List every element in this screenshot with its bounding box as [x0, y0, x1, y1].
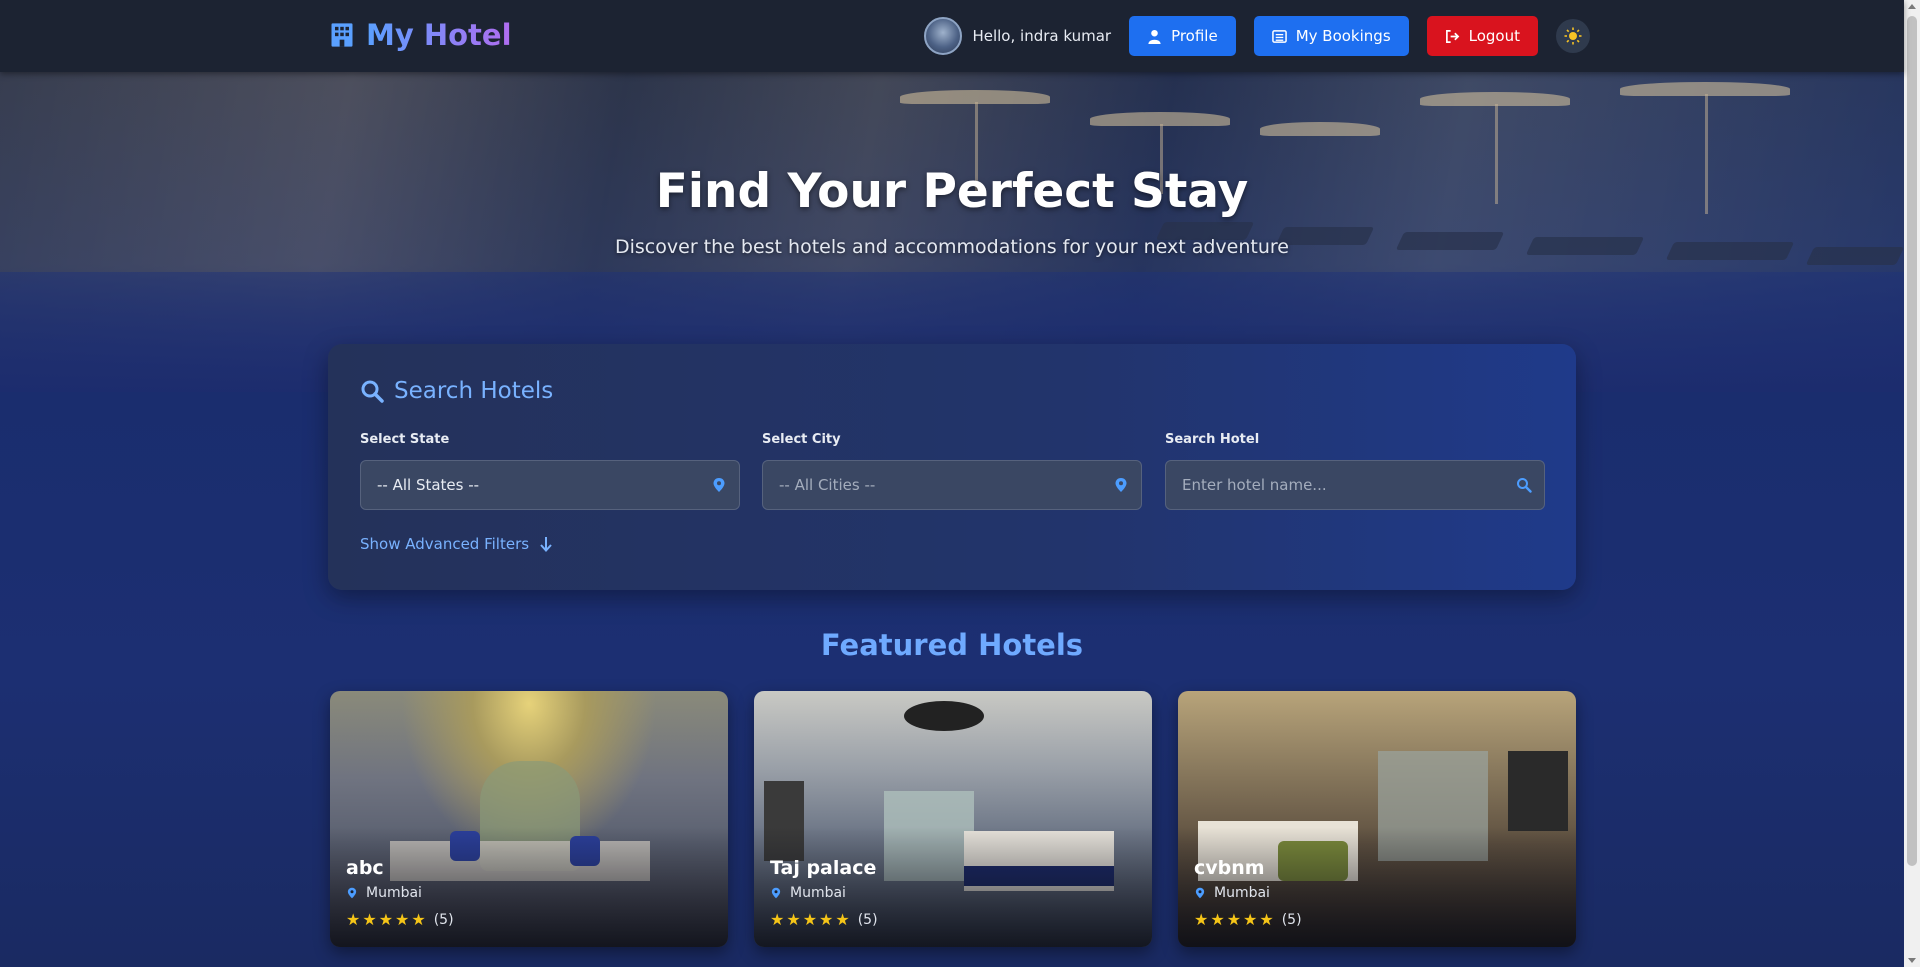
arrow-down-icon	[540, 537, 552, 552]
sun-icon	[1564, 27, 1582, 45]
state-label: Select State	[360, 432, 450, 447]
hotel-search-input[interactable]: Enter hotel name...	[1165, 460, 1545, 510]
profile-button-label: Profile	[1171, 27, 1218, 45]
hotel-location: Mumbai	[1194, 885, 1270, 901]
map-pin-icon	[347, 887, 357, 899]
rating-count: (5)	[433, 912, 454, 928]
hotel-location: Mumbai	[770, 885, 846, 901]
star-icon: ★	[770, 910, 785, 929]
star-icon: ★	[1210, 910, 1225, 929]
brand[interactable]: My Hotel	[328, 18, 512, 52]
logout-button[interactable]: Logout	[1426, 16, 1538, 56]
map-pin-icon	[1195, 887, 1205, 899]
advanced-filters-label: Show Advanced Filters	[360, 535, 530, 553]
hotel-building-icon	[331, 23, 353, 47]
search-panel-title-text: Search Hotels	[394, 378, 554, 404]
page-scrollbar[interactable]	[1904, 0, 1920, 967]
scroll-up-arrow[interactable]	[1908, 4, 1916, 9]
list-icon	[1271, 29, 1287, 43]
hotel-card[interactable]: abc Mumbai ★ ★ ★ ★ ★ (5)	[330, 691, 728, 947]
hotel-card[interactable]: Taj palace Mumbai ★ ★ ★ ★ ★ (5)	[754, 691, 1152, 947]
featured-hotels-heading: Featured Hotels	[820, 628, 1084, 662]
hotel-search-label: Search Hotel	[1165, 432, 1260, 447]
search-panel: Search Hotels Select State -- All States…	[328, 344, 1576, 590]
star-icon: ★	[411, 910, 426, 929]
star-icon: ★	[786, 910, 801, 929]
star-icon: ★	[1259, 910, 1274, 929]
my-bookings-button[interactable]: My Bookings	[1253, 16, 1409, 56]
my-bookings-button-label: My Bookings	[1295, 27, 1391, 45]
star-icon: ★	[1243, 910, 1258, 929]
hotel-location-text: Mumbai	[366, 885, 422, 901]
hotel-card[interactable]: cvbnm Mumbai ★ ★ ★ ★ ★ (5)	[1178, 691, 1576, 947]
search-icon	[1517, 478, 1532, 493]
city-select[interactable]: -- All Cities --	[762, 460, 1142, 510]
sign-out-icon	[1445, 29, 1459, 43]
hotel-name: abc	[346, 857, 384, 879]
star-icon: ★	[395, 910, 410, 929]
star-icon: ★	[835, 910, 850, 929]
user-icon	[1148, 29, 1161, 44]
hotel-rating: ★ ★ ★ ★ ★ (5)	[1194, 910, 1302, 929]
rating-count: (5)	[1281, 912, 1302, 928]
hero-subtitle: Discover the best hotels and accommodati…	[615, 236, 1289, 258]
city-label: Select City	[762, 432, 841, 447]
greeting-text: Hello, indra kumar	[972, 27, 1112, 45]
hero-title: Find Your Perfect Stay	[655, 164, 1249, 219]
hotel-name: cvbnm	[1194, 857, 1265, 879]
star-icon: ★	[378, 910, 394, 929]
profile-button[interactable]: Profile	[1129, 16, 1236, 56]
avatar[interactable]	[924, 17, 963, 55]
hotel-location-text: Mumbai	[790, 885, 846, 901]
scrollbar-thumb[interactable]	[1907, 16, 1917, 866]
hotel-rating: ★ ★ ★ ★ ★ (5)	[770, 910, 878, 929]
map-pin-icon	[1115, 478, 1127, 492]
star-icon: ★	[819, 910, 834, 929]
rating-count: (5)	[857, 912, 878, 928]
map-pin-icon	[771, 887, 781, 899]
logout-button-label: Logout	[1468, 27, 1520, 45]
star-icon: ★	[802, 910, 818, 929]
search-panel-title: Search Hotels	[360, 378, 553, 404]
map-pin-icon	[713, 478, 725, 492]
hero-umbrella	[1260, 122, 1380, 136]
hotel-search-placeholder: Enter hotel name...	[1182, 476, 1327, 494]
star-icon: ★	[346, 910, 361, 929]
hotel-rating: ★ ★ ★ ★ ★ (5)	[346, 910, 454, 929]
star-icon: ★	[362, 910, 377, 929]
search-icon	[361, 380, 384, 403]
star-icon: ★	[1194, 910, 1209, 929]
hotel-location: Mumbai	[346, 885, 422, 901]
hotel-name: Taj palace	[770, 857, 877, 879]
scroll-down-arrow[interactable]	[1908, 958, 1916, 963]
state-select[interactable]: -- All States --	[360, 460, 740, 510]
brand-title: My Hotel	[366, 18, 512, 52]
hotel-location-text: Mumbai	[1214, 885, 1270, 901]
show-advanced-filters-link[interactable]: Show Advanced Filters	[360, 535, 553, 553]
city-select-value: -- All Cities --	[779, 476, 876, 494]
state-select-value: -- All States --	[377, 476, 480, 494]
star-icon: ★	[1226, 910, 1242, 929]
theme-toggle-button[interactable]	[1556, 19, 1590, 53]
top-navbar: My Hotel Hello, indra kumar Profile My B…	[0, 0, 1904, 72]
